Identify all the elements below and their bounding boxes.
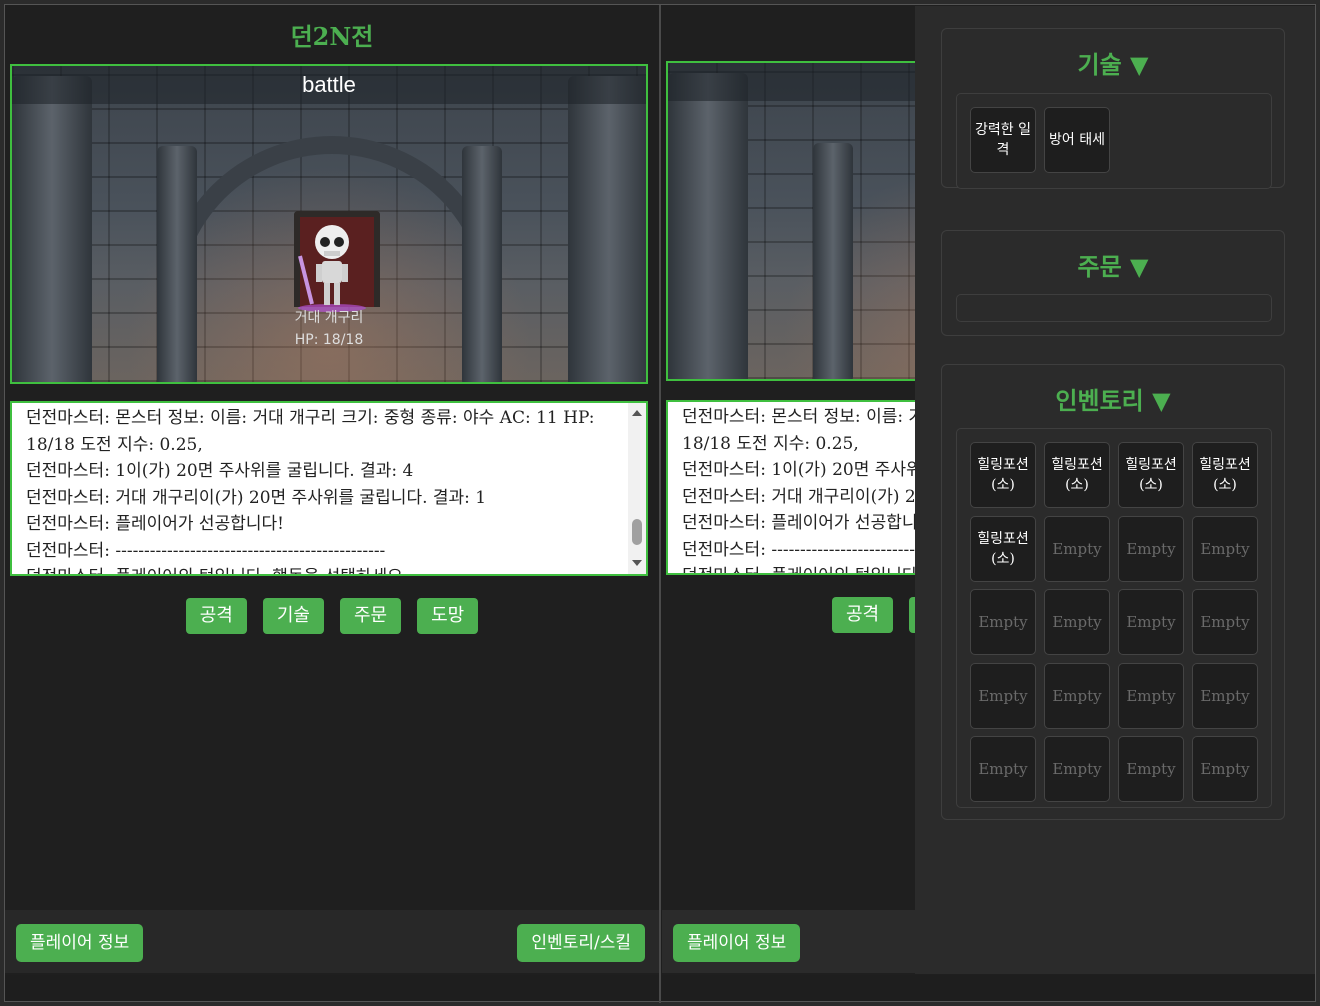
inventory-slot-empty[interactable]: Empty <box>1192 736 1258 802</box>
inventory-skill-panel: 기술 ▼ 강력한 일격 방어 태세 주문 ▼ 인벤토리 ▼ 힐링포션 (소) 힐링… <box>915 6 1315 974</box>
dungeon-pillar <box>668 73 748 379</box>
attack-button[interactable]: 공격 <box>185 598 247 634</box>
inventory-slot-empty[interactable]: Empty <box>1118 736 1184 802</box>
action-bar: 공격 기술 주문 도망 <box>5 598 659 634</box>
inventory-section: 인벤토리 ▼ 힐링포션 (소) 힐링포션 (소) 힐링포션 (소) 힐링포션 (소) 힐… <box>941 364 1285 820</box>
inventory-slot-empty[interactable]: Empty <box>1192 589 1258 655</box>
log-line: 던전마스터: 플레이어가 선공합니다! <box>26 514 284 534</box>
spell-button[interactable]: 주문 <box>340 598 402 634</box>
inventory-slot-item[interactable]: 힐링포션 (소) <box>1118 442 1184 508</box>
attack-button[interactable]: 공격 <box>832 597 894 633</box>
battle-log[interactable]: 던전마스터: 몬스터 정보: 이름: 거대 개구리 크기: 중형 종류: 야수 … <box>10 401 648 576</box>
inventory-section-toggle[interactable]: 인벤토리 ▼ <box>942 381 1284 416</box>
dungeon-pillar <box>157 146 197 382</box>
inventory-slot-item[interactable]: 힐링포션 (소) <box>1044 442 1110 508</box>
spells-section-toggle[interactable]: 주문 ▼ <box>942 247 1284 282</box>
footer-left: 플레이어 정보 인벤토리/스킬 <box>5 910 659 973</box>
dungeon-pillar <box>462 146 502 382</box>
inventory-grid: 힐링포션 (소) 힐링포션 (소) 힐링포션 (소) 힐링포션 (소) 힐링포션 (소)… <box>956 428 1272 808</box>
log-line: 던전마스터: 1이(가) 20면 주사위를 굴립니다. 결과: 4 <box>26 461 414 481</box>
monster-name: 거대 개구리 <box>294 310 364 326</box>
log-scrollbar[interactable] <box>628 403 646 574</box>
inventory-slot-empty[interactable]: Empty <box>970 589 1036 655</box>
inventory-slot-empty[interactable]: Empty <box>970 662 1036 729</box>
inventory-slot-empty[interactable]: Empty <box>1192 515 1258 582</box>
panel-divider <box>659 5 661 1003</box>
game-panel-left: 던2N전 battle 거대 개구리 HP: 18/18 던전마스터: 몬스터 … <box>5 5 659 975</box>
log-line: 던전마스터: 몬스터 정보: 이름: 거대 개구리 크기: 중형 종류: 야수 … <box>26 408 595 455</box>
inventory-slot-item[interactable]: 힐링포션 (소) <box>970 515 1036 582</box>
skill-power-strike[interactable]: 강력한 일격 <box>970 107 1036 173</box>
inventory-slot-empty[interactable]: Empty <box>1044 736 1110 802</box>
inventory-slot-empty[interactable]: Empty <box>1044 515 1110 582</box>
log-line: 던전마스터: ---------------------------------… <box>26 540 386 561</box>
inventory-slot-empty[interactable]: Empty <box>1118 662 1184 729</box>
inventory-skill-button[interactable]: 인벤토리/스킬 <box>517 924 645 962</box>
skill-button[interactable]: 기술 <box>262 598 324 634</box>
log-line: 던전마스터: 거대 개구리이(가) 20면 주사위를 굴립니다. 결과: 1 <box>26 487 487 508</box>
monster-hp: HP: 18/18 <box>294 332 364 348</box>
skills-section: 기술 ▼ 강력한 일격 방어 태세 <box>941 28 1285 189</box>
scene-title: battle <box>302 72 356 97</box>
player-info-button[interactable]: 플레이어 정보 <box>16 924 144 962</box>
inventory-slot-item[interactable]: 힐링포션 (소) <box>970 442 1036 508</box>
scrollbar-thumb[interactable] <box>632 519 642 545</box>
inventory-slot-empty[interactable]: Empty <box>1118 515 1184 582</box>
battle-scene: battle 거대 개구리 HP: 18/18 <box>10 64 648 384</box>
skeleton-monster-icon <box>298 225 366 312</box>
inventory-slot-empty[interactable]: Empty <box>1118 589 1184 655</box>
skills-section-toggle[interactable]: 기술 ▼ <box>942 45 1284 80</box>
player-info-button[interactable]: 플레이어 정보 <box>673 924 801 962</box>
dungeon-pillar <box>813 143 853 379</box>
inventory-slot-empty[interactable]: Empty <box>1044 662 1110 729</box>
inventory-slot-empty[interactable]: Empty <box>1192 662 1258 729</box>
spells-list <box>956 294 1272 322</box>
page-title: 던2N전 <box>290 22 374 51</box>
scroll-down-icon[interactable] <box>632 560 642 566</box>
skills-list: 강력한 일격 방어 태세 <box>956 93 1272 189</box>
log-line: 던전마스터: 플레이어의 턴입니다. 행동을 선택하세요. <box>26 564 614 574</box>
inventory-slot-empty[interactable]: Empty <box>970 736 1036 802</box>
inventory-slot-empty[interactable]: Empty <box>1044 589 1110 655</box>
scroll-up-icon[interactable] <box>632 410 642 416</box>
inventory-slot-item[interactable]: 힐링포션 (소) <box>1192 442 1258 508</box>
flee-button[interactable]: 도망 <box>417 598 479 634</box>
skill-defense-stance[interactable]: 방어 태세 <box>1044 107 1110 173</box>
spells-section: 주문 ▼ <box>941 230 1285 336</box>
